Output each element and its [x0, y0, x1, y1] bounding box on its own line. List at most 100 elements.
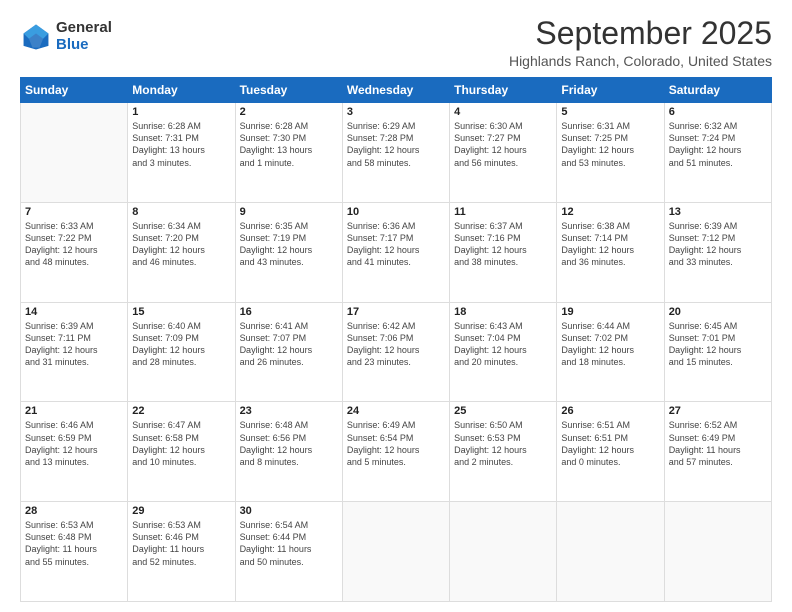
day-number: 2: [240, 106, 338, 118]
calendar-cell: 20 Sunrise: 6:45 AM Sunset: 7:01 PM Dayli…: [664, 302, 771, 402]
calendar-cell: 29 Sunrise: 6:53 AM Sunset: 6:46 PM Dayli…: [128, 502, 235, 602]
day-info: Sunrise: 6:40 AM Sunset: 7:09 PM Dayligh…: [132, 321, 205, 367]
day-number: 4: [454, 106, 552, 118]
calendar-cell: 6 Sunrise: 6:32 AM Sunset: 7:24 PM Daylig…: [664, 103, 771, 203]
day-info: Sunrise: 6:42 AM Sunset: 7:06 PM Dayligh…: [347, 321, 420, 367]
day-number: 27: [669, 405, 767, 417]
day-info: Sunrise: 6:45 AM Sunset: 7:01 PM Dayligh…: [669, 321, 742, 367]
calendar-table: Sunday Monday Tuesday Wednesday Thursday…: [20, 77, 772, 602]
calendar-cell: 21Sunrise: 6:46 AM Sunset: 6:59 PM Dayli…: [21, 402, 128, 502]
day-info: Sunrise: 6:36 AM Sunset: 7:17 PM Dayligh…: [347, 221, 420, 267]
calendar-cell: [21, 103, 128, 203]
day-number: 20: [669, 306, 767, 318]
day-info: Sunrise: 6:51 AM Sunset: 6:51 PM Dayligh…: [561, 420, 634, 466]
calendar-cell: 8 Sunrise: 6:34 AM Sunset: 7:20 PM Daylig…: [128, 202, 235, 302]
day-info: Sunrise: 6:31 AM Sunset: 7:25 PM Dayligh…: [561, 121, 634, 167]
calendar-cell: 16 Sunrise: 6:41 AM Sunset: 7:07 PM Dayli…: [235, 302, 342, 402]
calendar-cell: 24 Sunrise: 6:49 AM Sunset: 6:54 PM Dayli…: [342, 402, 449, 502]
calendar-cell: 2Sunrise: 6:28 AM Sunset: 7:30 PM Daylig…: [235, 103, 342, 203]
day-info: Sunrise: 6:37 AM Sunset: 7:16 PM Dayligh…: [454, 221, 527, 267]
day-number: 8: [132, 206, 230, 218]
calendar-cell: 4Sunrise: 6:30 AM Sunset: 7:27 PM Daylig…: [450, 103, 557, 203]
day-info: Sunrise: 6:49 AM Sunset: 6:54 PM Dayligh…: [347, 420, 420, 466]
logo-general: General: [56, 20, 112, 37]
calendar-week-5: 28 Sunrise: 6:53 AM Sunset: 6:48 PM Dayli…: [21, 502, 772, 602]
day-number: 25: [454, 405, 552, 417]
day-info: Sunrise: 6:53 AM Sunset: 6:48 PM Dayligh…: [25, 520, 97, 566]
day-info: Sunrise: 6:33 AM Sunset: 7:22 PM Dayligh…: [25, 221, 98, 267]
col-tuesday: Tuesday: [235, 78, 342, 103]
calendar-week-3: 14 Sunrise: 6:39 AM Sunset: 7:11 PM Dayli…: [21, 302, 772, 402]
day-number: 3: [347, 106, 445, 118]
day-info: Sunrise: 6:28 AM Sunset: 7:31 PM Dayligh…: [132, 121, 205, 167]
calendar-cell: 15 Sunrise: 6:40 AM Sunset: 7:09 PM Dayli…: [128, 302, 235, 402]
day-info: Sunrise: 6:39 AM Sunset: 7:11 PM Dayligh…: [25, 321, 98, 367]
day-info: Sunrise: 6:34 AM Sunset: 7:20 PM Dayligh…: [132, 221, 205, 267]
calendar-week-1: 1 Sunrise: 6:28 AM Sunset: 7:31 PM Daylig…: [21, 103, 772, 203]
day-number: 13: [669, 206, 767, 218]
calendar-title: September 2025: [509, 16, 772, 51]
calendar-cell: 25 Sunrise: 6:50 AM Sunset: 6:53 PM Dayli…: [450, 402, 557, 502]
calendar-cell: 19 Sunrise: 6:44 AM Sunset: 7:02 PM Dayli…: [557, 302, 664, 402]
day-info: Sunrise: 6:48 AM Sunset: 6:56 PM Dayligh…: [240, 420, 313, 466]
day-number: 11: [454, 206, 552, 218]
col-wednesday: Wednesday: [342, 78, 449, 103]
day-info: Sunrise: 6:54 AM Sunset: 6:44 PM Dayligh…: [240, 520, 312, 566]
calendar-header-row: Sunday Monday Tuesday Wednesday Thursday…: [21, 78, 772, 103]
day-info: Sunrise: 6:35 AM Sunset: 7:19 PM Dayligh…: [240, 221, 313, 267]
calendar-subtitle: Highlands Ranch, Colorado, United States: [509, 53, 772, 69]
calendar-cell: 27 Sunrise: 6:52 AM Sunset: 6:49 PM Dayli…: [664, 402, 771, 502]
day-info: Sunrise: 6:44 AM Sunset: 7:02 PM Dayligh…: [561, 321, 634, 367]
day-info: Sunrise: 6:46 AM Sunset: 6:59 PM Dayligh…: [25, 420, 98, 466]
calendar-cell: 18 Sunrise: 6:43 AM Sunset: 7:04 PM Dayli…: [450, 302, 557, 402]
day-number: 18: [454, 306, 552, 318]
calendar-cell: 10 Sunrise: 6:36 AM Sunset: 7:17 PM Dayli…: [342, 202, 449, 302]
day-number: 14: [25, 306, 123, 318]
day-number: 22: [132, 405, 230, 417]
calendar-cell: [342, 502, 449, 602]
calendar-cell: 11 Sunrise: 6:37 AM Sunset: 7:16 PM Dayli…: [450, 202, 557, 302]
day-number: 19: [561, 306, 659, 318]
day-number: 6: [669, 106, 767, 118]
calendar-cell: 23 Sunrise: 6:48 AM Sunset: 6:56 PM Dayli…: [235, 402, 342, 502]
calendar-cell: 9Sunrise: 6:35 AM Sunset: 7:19 PM Daylig…: [235, 202, 342, 302]
day-number: 16: [240, 306, 338, 318]
header: General Blue September 2025 Highlands Ra…: [20, 16, 772, 69]
day-number: 7: [25, 206, 123, 218]
day-number: 28: [25, 505, 123, 517]
day-number: 5: [561, 106, 659, 118]
day-info: Sunrise: 6:53 AM Sunset: 6:46 PM Dayligh…: [132, 520, 204, 566]
day-info: Sunrise: 6:39 AM Sunset: 7:12 PM Dayligh…: [669, 221, 742, 267]
calendar-week-4: 21Sunrise: 6:46 AM Sunset: 6:59 PM Dayli…: [21, 402, 772, 502]
day-number: 15: [132, 306, 230, 318]
day-number: 10: [347, 206, 445, 218]
calendar-cell: [450, 502, 557, 602]
calendar-cell: 17 Sunrise: 6:42 AM Sunset: 7:06 PM Dayli…: [342, 302, 449, 402]
day-number: 17: [347, 306, 445, 318]
calendar-cell: 26 Sunrise: 6:51 AM Sunset: 6:51 PM Dayli…: [557, 402, 664, 502]
day-number: 26: [561, 405, 659, 417]
day-number: 24: [347, 405, 445, 417]
logo-blue: Blue: [56, 37, 112, 54]
calendar-cell: 30 Sunrise: 6:54 AM Sunset: 6:44 PM Dayli…: [235, 502, 342, 602]
day-number: 30: [240, 505, 338, 517]
calendar-cell: 12Sunrise: 6:38 AM Sunset: 7:14 PM Dayli…: [557, 202, 664, 302]
day-info: Sunrise: 6:32 AM Sunset: 7:24 PM Dayligh…: [669, 121, 742, 167]
calendar-cell: 5 Sunrise: 6:31 AM Sunset: 7:25 PM Daylig…: [557, 103, 664, 203]
col-saturday: Saturday: [664, 78, 771, 103]
day-info: Sunrise: 6:43 AM Sunset: 7:04 PM Dayligh…: [454, 321, 527, 367]
logo: General Blue: [20, 20, 112, 53]
col-thursday: Thursday: [450, 78, 557, 103]
day-number: 29: [132, 505, 230, 517]
day-info: Sunrise: 6:29 AM Sunset: 7:28 PM Dayligh…: [347, 121, 420, 167]
calendar-cell: [664, 502, 771, 602]
day-number: 23: [240, 405, 338, 417]
day-info: Sunrise: 6:50 AM Sunset: 6:53 PM Dayligh…: [454, 420, 527, 466]
day-info: Sunrise: 6:41 AM Sunset: 7:07 PM Dayligh…: [240, 321, 313, 367]
title-block: September 2025 Highlands Ranch, Colorado…: [509, 16, 772, 69]
calendar-week-2: 7 Sunrise: 6:33 AM Sunset: 7:22 PM Daylig…: [21, 202, 772, 302]
day-info: Sunrise: 6:47 AM Sunset: 6:58 PM Dayligh…: [132, 420, 205, 466]
logo-icon: [20, 21, 52, 53]
day-info: Sunrise: 6:52 AM Sunset: 6:49 PM Dayligh…: [669, 420, 741, 466]
day-number: 1: [132, 106, 230, 118]
